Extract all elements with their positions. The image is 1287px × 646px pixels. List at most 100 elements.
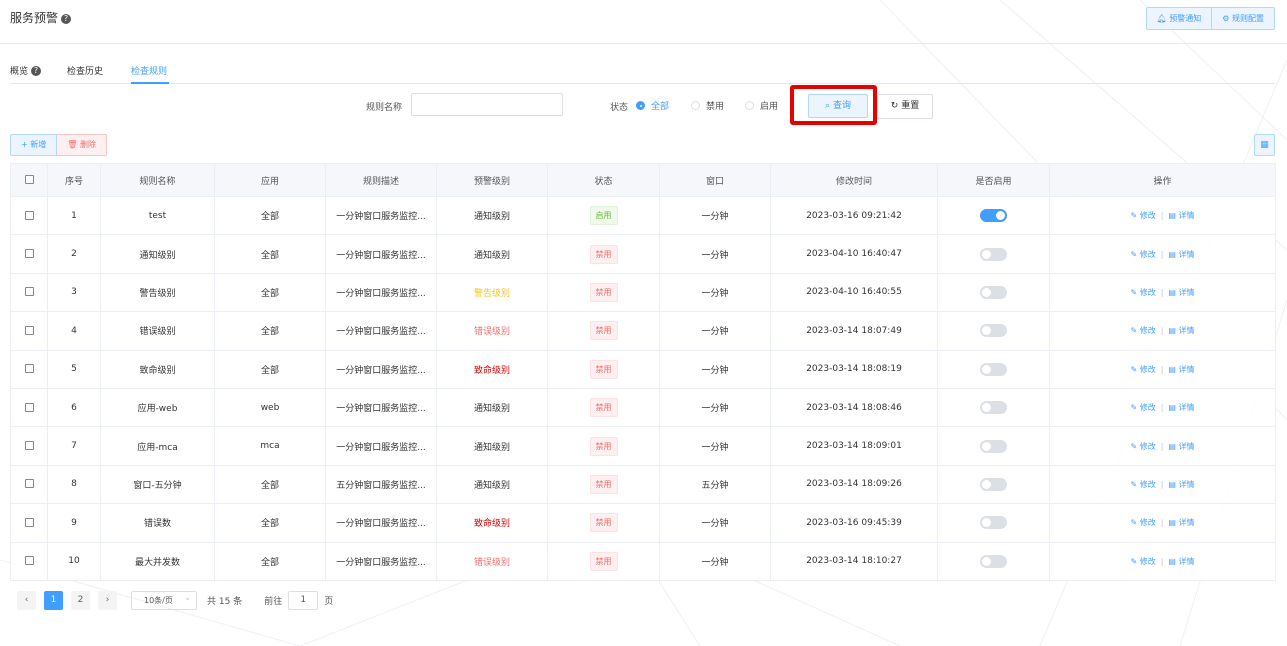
prev-page-button[interactable]: ‹: [17, 590, 36, 610]
table-header-row: 序号 规则名称 应用 规则描述 预警级别 状态 窗口 修改时间 是否启用 操作: [10, 163, 1276, 197]
enable-toggle[interactable]: [980, 209, 1007, 223]
detail-link[interactable]: ▤ 详情: [1168, 326, 1194, 335]
status-radio-enabled[interactable]: 启用: [745, 99, 778, 112]
status-badge: 禁用: [589, 359, 618, 379]
next-page-button[interactable]: ›: [98, 590, 117, 610]
column-header: 是否启用: [937, 163, 1050, 197]
detail-link[interactable]: ▤ 详情: [1168, 211, 1194, 220]
status-radio-disabled[interactable]: 禁用: [691, 99, 724, 112]
rule-config-button[interactable]: ⚙ 规则配置: [1211, 8, 1274, 29]
table-row[interactable]: 8 窗口-五分钟 全部 五分钟窗口服务监控... 通知级别 禁用 五分钟 2023-03-14…: [10, 464, 1276, 505]
detail-link[interactable]: ▤ 详情: [1168, 365, 1194, 374]
status-radio-all[interactable]: 全部: [636, 99, 669, 112]
table-row[interactable]: 9 错误数 全部 一分钟窗口服务监控... 致命级别 禁用 一分钟 2023-03-16 09…: [10, 503, 1276, 543]
enable-toggle[interactable]: [980, 362, 1007, 376]
detail-link[interactable]: ▤ 详情: [1168, 442, 1194, 451]
cell-no: 4: [47, 311, 101, 351]
column-settings-button[interactable]: ▦: [1254, 134, 1275, 156]
cell-description: 一分钟窗口服务监控...: [325, 426, 437, 466]
table-row[interactable]: 5 致命级别 全部 一分钟窗口服务监控... 致命级别 禁用 一分钟 2023-03-14 1…: [10, 349, 1276, 389]
table-row[interactable]: 10 最大并发数 全部 一分钟窗口服务监控... 错误级别 禁用 一分钟 2023-03-14…: [10, 541, 1276, 581]
select-cell: [10, 195, 48, 236]
reset-button[interactable]: ↻ 重置: [877, 94, 933, 119]
cell-actions: ✎ 修改 | ▤ 详情: [1049, 426, 1276, 466]
edit-link[interactable]: ✎ 修改: [1130, 518, 1155, 527]
edit-icon: ✎: [1130, 287, 1140, 297]
add-button[interactable]: + 新增: [10, 134, 58, 156]
goto-page-input[interactable]: 1: [288, 590, 319, 610]
edit-link[interactable]: ✎ 修改: [1130, 288, 1155, 297]
edit-icon: ✎: [1130, 364, 1140, 374]
enable-toggle[interactable]: [980, 285, 1007, 299]
tab-check-history[interactable]: 检查历史: [67, 64, 103, 77]
row-checkbox[interactable]: [24, 364, 34, 374]
enable-toggle[interactable]: [980, 324, 1007, 338]
tab-overview[interactable]: 概览?: [10, 64, 42, 77]
table-row[interactable]: 4 错误级别 全部 一分钟窗口服务监控... 错误级别 禁用 一分钟 2023-03-14 1…: [10, 311, 1276, 351]
row-checkbox[interactable]: [24, 517, 34, 527]
cell-enabled: [937, 349, 1050, 389]
edit-link[interactable]: ✎ 修改: [1130, 480, 1155, 489]
table-row[interactable]: 2 通知级别 全部 一分钟窗口服务监控... 通知级别 禁用 一分钟 2023-04-10 1…: [10, 234, 1276, 274]
cell-rule-name: 通知级别: [100, 234, 215, 274]
cell-actions: ✎ 修改 | ▤ 详情: [1049, 272, 1276, 313]
edit-link[interactable]: ✎ 修改: [1130, 211, 1155, 220]
tab-check-rules[interactable]: 检查规则: [131, 64, 167, 77]
row-checkbox[interactable]: [24, 556, 34, 566]
edit-link[interactable]: ✎ 修改: [1130, 442, 1155, 451]
help-icon[interactable]: ?: [31, 66, 42, 76]
row-checkbox[interactable]: [24, 479, 34, 489]
detail-link[interactable]: ▤ 详情: [1168, 518, 1194, 527]
cell-rule-name: 最大并发数: [100, 541, 215, 581]
cell-actions: ✎ 修改 | ▤ 详情: [1049, 349, 1276, 389]
row-checkbox[interactable]: [24, 249, 34, 259]
detail-link[interactable]: ▤ 详情: [1168, 557, 1194, 566]
cell-level: 通知级别: [436, 387, 548, 428]
delete-button[interactable]: 🗑︎ 删除: [57, 134, 107, 156]
cell-actions: ✎ 修改 | ▤ 详情: [1049, 311, 1276, 351]
status-badge: 禁用: [589, 474, 618, 494]
select-all-checkbox[interactable]: [24, 175, 34, 184]
cell-status: 禁用: [547, 426, 660, 466]
cell-no: 5: [47, 349, 101, 389]
cell-description: 一分钟窗口服务监控...: [325, 387, 437, 428]
column-header: 应用: [214, 163, 326, 197]
detail-link-label: 详情: [1178, 287, 1195, 297]
help-icon[interactable]: ?: [61, 14, 72, 24]
rule-name-input[interactable]: [411, 93, 563, 116]
row-checkbox[interactable]: [24, 441, 34, 451]
detail-link-label: 详情: [1178, 364, 1195, 374]
detail-link[interactable]: ▤ 详情: [1168, 403, 1194, 412]
detail-link[interactable]: ▤ 详情: [1168, 480, 1194, 489]
edit-link[interactable]: ✎ 修改: [1130, 365, 1155, 374]
enable-toggle[interactable]: [980, 439, 1007, 453]
page-button[interactable]: 2: [71, 590, 90, 610]
page-size-select[interactable]: 10条/页: [131, 589, 197, 610]
cell-status: 禁用: [547, 234, 660, 274]
row-checkbox[interactable]: [24, 210, 34, 220]
row-checkbox[interactable]: [24, 402, 34, 412]
table-row[interactable]: 3 警告级别 全部 一分钟窗口服务监控... 警告级别 禁用 一分钟 2023-04-10 1…: [10, 272, 1276, 313]
page-button[interactable]: 1: [44, 590, 63, 610]
edit-link[interactable]: ✎ 修改: [1130, 403, 1155, 412]
alert-notify-button[interactable]: 🔔︎ 预警通知: [1147, 8, 1212, 29]
edit-link[interactable]: ✎ 修改: [1130, 326, 1155, 335]
row-checkbox[interactable]: [24, 287, 34, 297]
detail-link[interactable]: ▤ 详情: [1168, 250, 1194, 259]
row-checkbox[interactable]: [24, 325, 34, 335]
edit-link[interactable]: ✎ 修改: [1130, 557, 1155, 566]
table-row[interactable]: 7 应用-mca mca 一分钟窗口服务监控... 通知级别 禁用 一分钟 2023-03-1…: [10, 426, 1276, 466]
cell-no: 8: [47, 464, 101, 505]
edit-link[interactable]: ✎ 修改: [1130, 250, 1155, 259]
enable-toggle[interactable]: [980, 477, 1007, 491]
enable-toggle[interactable]: [980, 554, 1007, 568]
table-row[interactable]: 6 应用-web web 一分钟窗口服务监控... 通知级别 禁用 一分钟 2023-03-1…: [10, 387, 1276, 428]
radio-dot: [745, 101, 754, 110]
enable-toggle[interactable]: [980, 247, 1007, 261]
enable-toggle[interactable]: [980, 401, 1007, 415]
detail-link[interactable]: ▤ 详情: [1168, 288, 1194, 297]
enable-toggle[interactable]: [980, 516, 1007, 530]
edit-icon: ✎: [1130, 556, 1140, 566]
table-row[interactable]: 1 test 全部 一分钟窗口服务监控... 通知级别 启用 一分钟 2023-03-16 0…: [10, 195, 1276, 236]
select-cell: [10, 464, 48, 505]
